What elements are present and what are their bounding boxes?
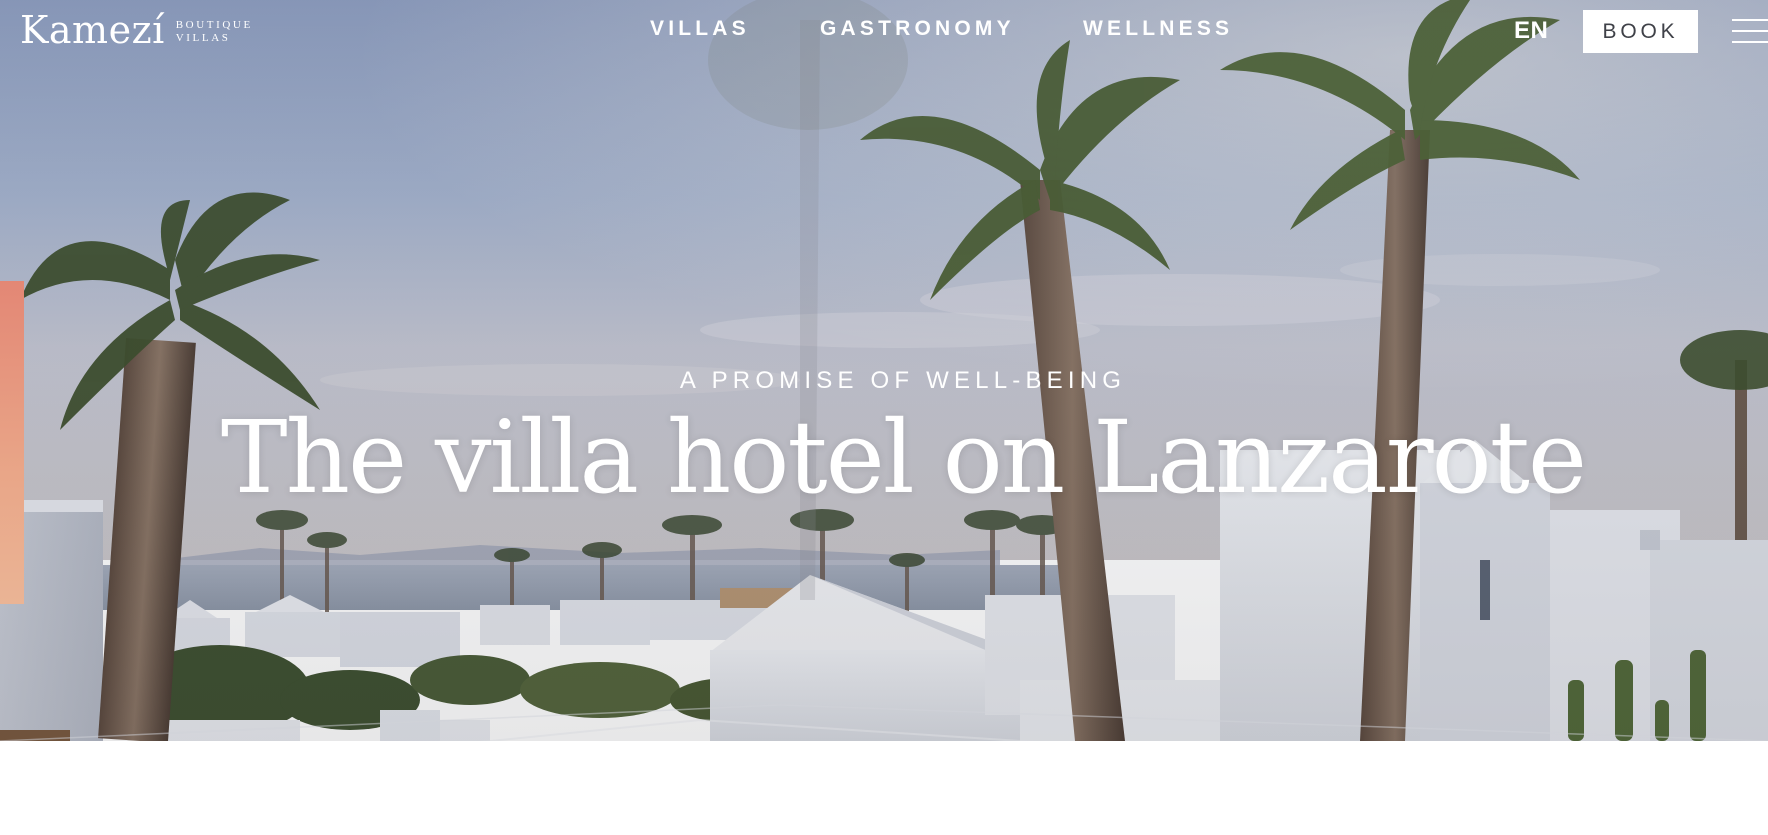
brand-tagline-line1: BOUTIQUE	[175, 19, 253, 31]
nav-item-wellness[interactable]: WELLNESS	[1083, 17, 1233, 41]
page-viewport: Kamezí BOUTIQUE VILLAS VILLAS GASTRONOMY…	[0, 0, 1768, 835]
book-button[interactable]: BOOK	[1583, 10, 1698, 53]
menu-icon-bar	[1732, 30, 1768, 32]
menu-icon-bar	[1732, 41, 1768, 43]
brand-logo[interactable]: Kamezí BOUTIQUE VILLAS	[20, 8, 253, 52]
menu-icon-bar	[1732, 19, 1768, 21]
brand-tagline: BOUTIQUE VILLAS	[176, 19, 253, 45]
brand-name: Kamezí	[20, 8, 165, 52]
hamburger-menu-icon[interactable]	[1732, 19, 1768, 47]
brand-tagline-line2: VILLAS	[175, 32, 231, 44]
hero-text: A PROMISE OF WELL-BEING The villa hotel …	[0, 365, 1768, 513]
nav-item-villas[interactable]: VILLAS	[650, 17, 750, 41]
site-header: Kamezí BOUTIQUE VILLAS VILLAS GASTRONOMY…	[0, 0, 1768, 60]
hero-headline: The villa hotel on Lanzarote	[220, 399, 1587, 516]
language-switcher[interactable]: EN	[1514, 17, 1548, 45]
nav-item-gastronomy[interactable]: GASTRONOMY	[820, 17, 1015, 41]
hero-eyebrow: A PROMISE OF WELL-BEING	[679, 367, 1127, 394]
